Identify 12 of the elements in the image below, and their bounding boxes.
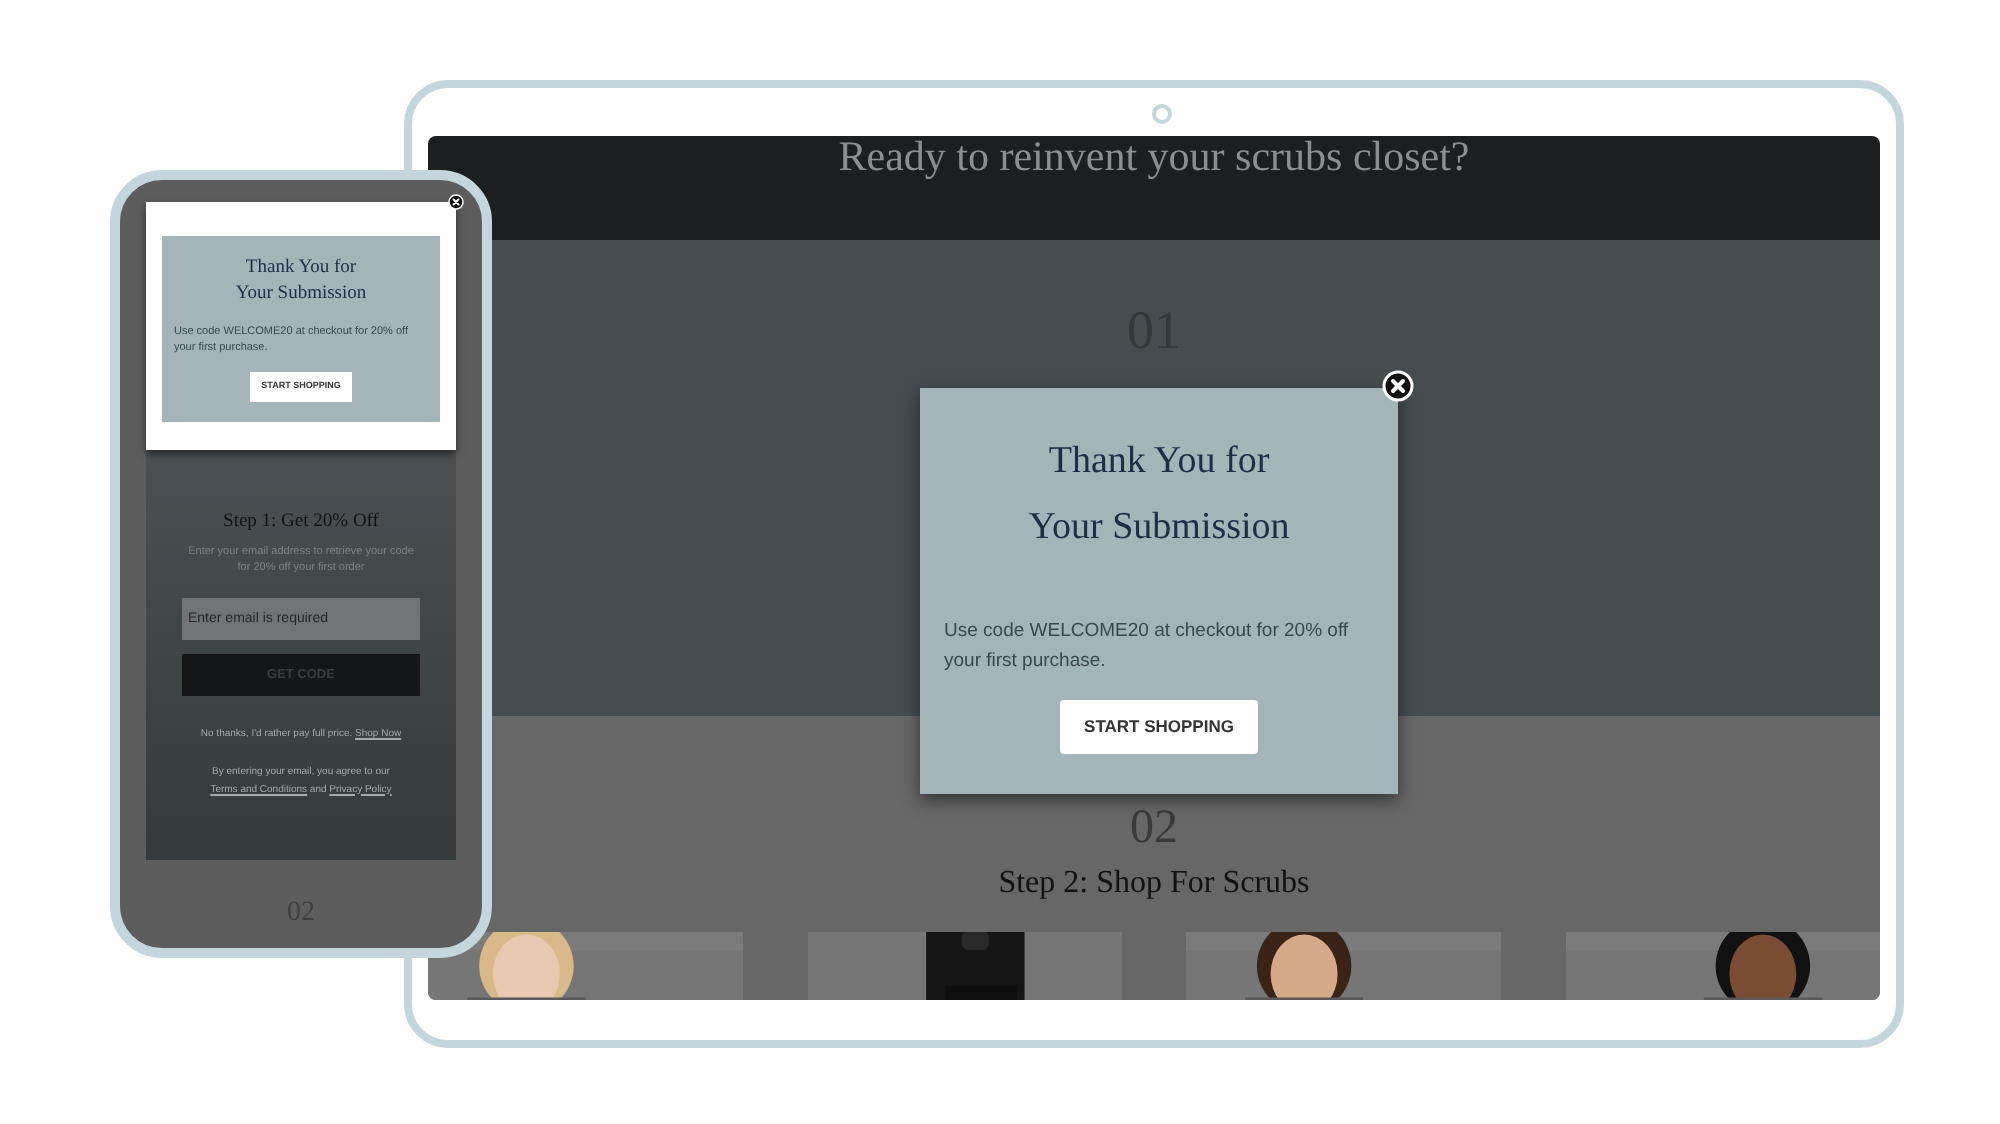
modal-message: Use code WELCOME20 at checkout for 20% off your first purchase.: [944, 618, 1351, 676]
camera-icon: [1152, 104, 1172, 124]
close-icon[interactable]: [448, 194, 464, 210]
modal-title: Your Submission: [1028, 504, 1290, 552]
modal-title: Thank You for: [245, 256, 357, 282]
modal-title: Your Submission: [235, 282, 367, 308]
step-title: Step 1: Get 20% Off: [223, 509, 379, 536]
modal-title: Thank You for: [1048, 438, 1270, 486]
section-heading: Ready to reinvent your scrubs closet?: [838, 136, 1470, 180]
step-title: Step 2: Shop For Scrubs: [998, 864, 1310, 904]
close-icon[interactable]: [1382, 370, 1414, 402]
start-shopping-button[interactable]: START SHOPPING: [1060, 700, 1258, 754]
